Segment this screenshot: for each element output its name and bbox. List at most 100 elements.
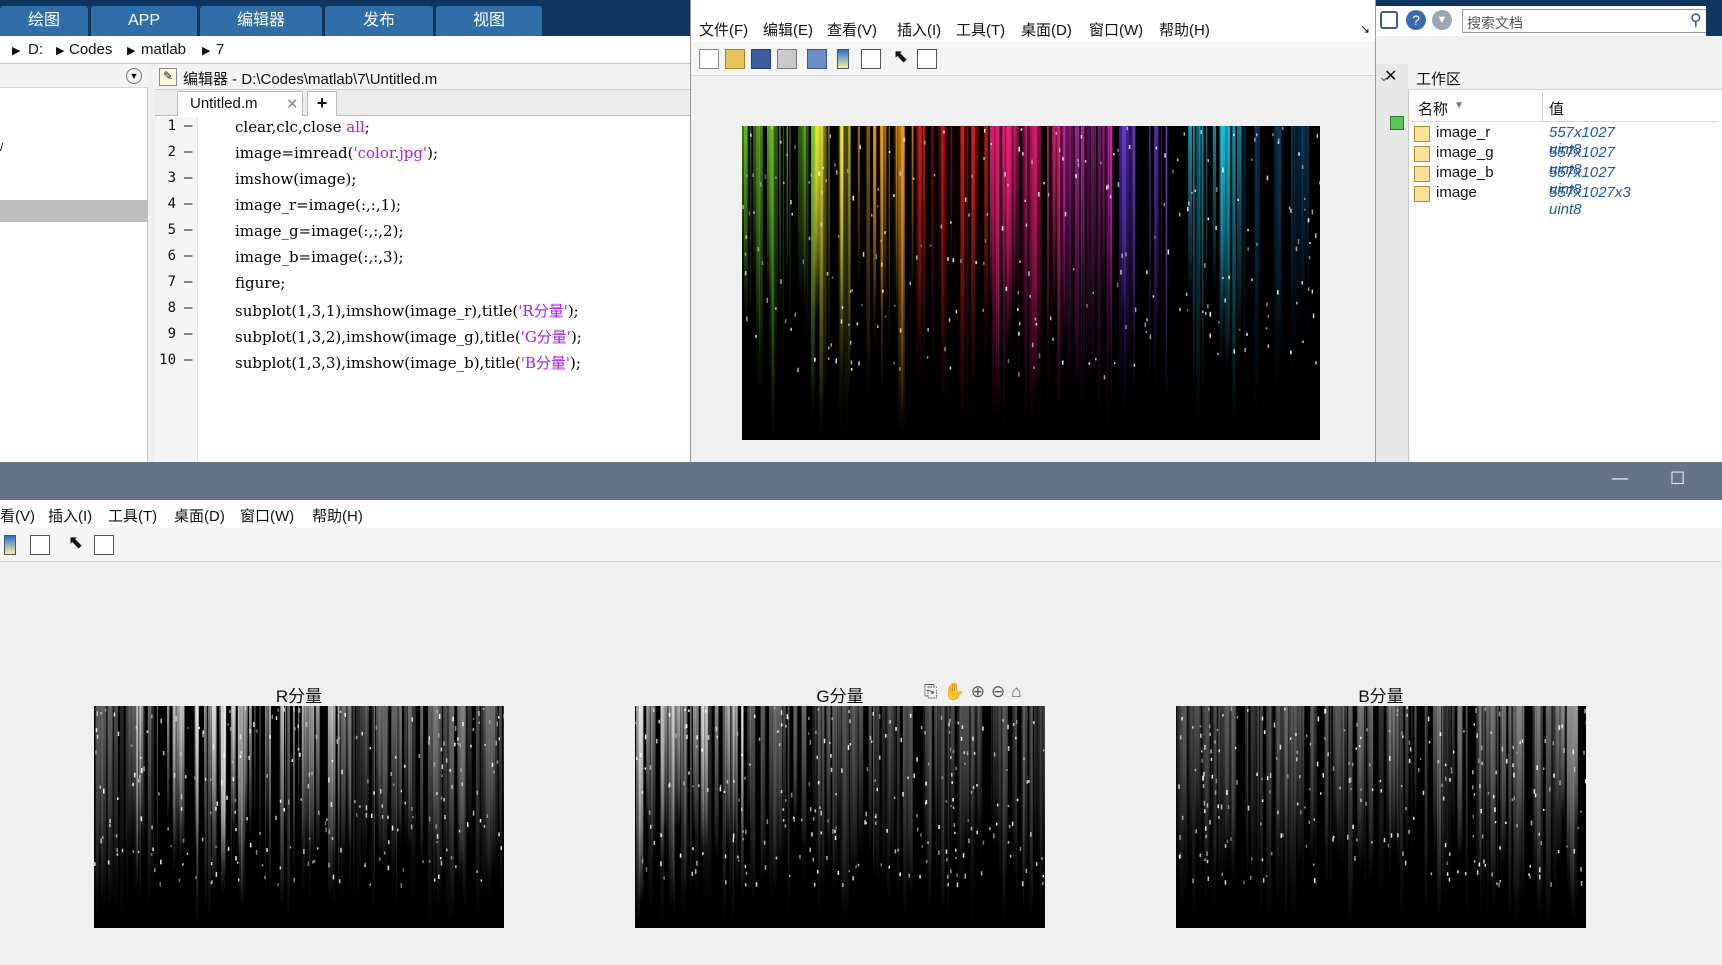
code-text: ); xyxy=(427,144,439,162)
colorbar-icon[interactable] xyxy=(837,49,849,69)
menu-item[interactable]: 编辑(E) xyxy=(763,19,813,40)
pan-icon[interactable]: ✋ xyxy=(944,682,971,701)
breakpoint-marker[interactable]: — xyxy=(184,222,192,238)
breadcrumb-item-drive[interactable]: D: xyxy=(28,41,43,58)
help-icon[interactable]: ? xyxy=(1406,10,1426,30)
breakpoint-marker[interactable]: — xyxy=(184,274,192,290)
layout-icon[interactable] xyxy=(1380,11,1398,29)
code-line[interactable]: image_g=image(:,:,2); xyxy=(235,222,404,240)
property-editor-icon[interactable] xyxy=(917,49,937,69)
breakpoint-marker[interactable]: — xyxy=(184,300,192,316)
line-number: 5 xyxy=(167,222,176,238)
code-line[interactable]: subplot(1,3,2),imshow(image_g),title('G分… xyxy=(235,326,582,347)
breakpoint-marker[interactable]: — xyxy=(184,144,192,160)
column-divider[interactable] xyxy=(1542,92,1543,122)
code-text: imshow(image); xyxy=(235,170,357,188)
chevron-right-icon: ▶ xyxy=(56,45,65,57)
code-line[interactable]: figure; xyxy=(235,274,285,292)
menu-item[interactable]: 桌面(D) xyxy=(174,505,225,526)
line-number: 8 xyxy=(167,300,176,316)
minimize-button[interactable]: — xyxy=(1612,470,1628,488)
home-icon[interactable]: ⌂ xyxy=(1011,682,1027,701)
ribbon-tab-view[interactable]: 视图 xyxy=(436,6,542,36)
maximize-button[interactable]: ☐ xyxy=(1670,469,1685,489)
new-file-icon[interactable] xyxy=(699,49,719,69)
ribbon-tab-app[interactable]: APP xyxy=(91,6,197,36)
column-name[interactable]: 名称 xyxy=(1418,98,1448,119)
menu-item[interactable]: 帮助(H) xyxy=(312,505,363,526)
breakpoint-marker[interactable]: — xyxy=(184,170,192,186)
close-icon[interactable]: ✕ xyxy=(1384,66,1397,86)
variable-value[interactable]: 557x1027 uint8 xyxy=(1549,144,1615,178)
chevron-down-icon[interactable]: ▼ xyxy=(126,68,142,84)
menu-item[interactable]: 插入(I) xyxy=(48,505,92,526)
selected-row[interactable] xyxy=(0,200,148,222)
ribbon-tab-plot[interactable]: 绘图 xyxy=(0,6,88,36)
menu-item[interactable]: 插入(I) xyxy=(897,19,941,40)
menu-item[interactable]: 窗口(W) xyxy=(1089,19,1143,40)
variable-name[interactable]: image_r xyxy=(1436,124,1490,144)
sort-icon[interactable]: ▼ xyxy=(1454,100,1464,111)
code-line[interactable]: image_b=image(:,:,3); xyxy=(235,248,404,266)
variable-name[interactable]: image_g xyxy=(1436,144,1494,164)
save-icon[interactable] xyxy=(751,49,771,69)
close-icon[interactable]: ✕ xyxy=(286,95,299,113)
subplot-title-g: G分量 xyxy=(816,687,864,706)
status-icon xyxy=(1390,116,1404,130)
open-folder-icon[interactable] xyxy=(725,49,745,69)
pointer-icon[interactable]: ⬉ xyxy=(68,532,88,552)
add-tab-button[interactable]: + xyxy=(307,91,337,116)
legend-icon[interactable] xyxy=(861,49,881,69)
variable-value[interactable]: 557x1027x3 uint8 xyxy=(1549,184,1631,218)
print-icon[interactable] xyxy=(777,49,797,69)
menu-item[interactable]: 工具(T) xyxy=(108,505,157,526)
menu-item[interactable]: 文件(F) xyxy=(699,19,748,40)
breakpoint-marker[interactable]: — xyxy=(184,326,192,342)
menu-item[interactable]: 看(V) xyxy=(0,505,35,526)
menu-item[interactable]: 帮助(H) xyxy=(1159,19,1210,40)
colorbar-icon[interactable] xyxy=(4,535,16,555)
link-plot-icon[interactable] xyxy=(807,49,827,69)
breakpoint-marker[interactable]: — xyxy=(184,196,192,212)
code-line[interactable]: subplot(1,3,1),imshow(image_r),title('R分… xyxy=(235,300,579,321)
workspace-title-bar: 工作区 xyxy=(1408,64,1722,90)
breakpoint-marker[interactable]: — xyxy=(184,118,192,134)
code-line[interactable]: imshow(image); xyxy=(235,170,356,188)
variable-icon xyxy=(1414,166,1430,182)
code-text: subplot(1,3,1),imshow(image_r),title( xyxy=(235,302,519,320)
code-line[interactable]: image=imread('color.jpg'); xyxy=(235,144,438,162)
breakpoint-marker[interactable]: — xyxy=(184,352,192,368)
code-line[interactable]: clear,clc,close all; xyxy=(235,118,370,136)
column-value[interactable]: 值 xyxy=(1549,98,1564,119)
chevron-down-icon[interactable]: ▼ xyxy=(1432,10,1452,30)
breadcrumb-item-folder[interactable]: 7 xyxy=(216,41,224,58)
legend-icon[interactable] xyxy=(30,535,50,555)
menu-item[interactable]: 查看(V) xyxy=(827,19,877,40)
variable-name[interactable]: image_b xyxy=(1436,164,1494,184)
menu-item[interactable]: 桌面(D) xyxy=(1021,19,1072,40)
ribbon-tab-publish[interactable]: 发布 xyxy=(325,6,433,36)
line-number: 6 xyxy=(167,248,176,264)
dock-arrow-icon[interactable]: ↘ xyxy=(1360,22,1370,36)
code-line[interactable]: subplot(1,3,3),imshow(image_b),title('B分… xyxy=(235,352,581,373)
code-text: ); xyxy=(569,354,581,372)
zoom-out-icon[interactable]: ⊖ xyxy=(991,682,1011,701)
menu-item[interactable]: 窗口(W) xyxy=(240,505,294,526)
search-input[interactable]: 搜索文档 xyxy=(1462,9,1714,33)
breadcrumb-item-codes[interactable]: Codes xyxy=(69,41,112,58)
pointer-icon[interactable]: ⬉ xyxy=(893,46,913,66)
variable-name[interactable]: image xyxy=(1436,184,1477,204)
search-icon[interactable]: ⚲ xyxy=(1690,10,1702,30)
figure-2-titlebar: — ☐ xyxy=(0,462,1722,500)
property-editor-icon[interactable] xyxy=(94,535,114,555)
tab-untitled[interactable]: Untitled.m ✕ xyxy=(177,91,303,116)
zoom-in-icon[interactable]: ⊕ xyxy=(971,682,991,701)
code-line[interactable]: image_r=image(:,:,1); xyxy=(235,196,401,214)
ribbon-tab-editor[interactable]: 编辑器 xyxy=(200,6,322,36)
breakpoint-marker[interactable]: — xyxy=(184,248,192,264)
variable-value[interactable]: 557x1027 uint8 xyxy=(1549,124,1615,158)
line-number: 4 xyxy=(167,196,176,212)
breadcrumb-item-matlab[interactable]: matlab xyxy=(141,41,186,58)
menu-item[interactable]: 工具(T) xyxy=(956,19,1005,40)
variable-value[interactable]: 557x1027 uint8 xyxy=(1549,164,1615,198)
